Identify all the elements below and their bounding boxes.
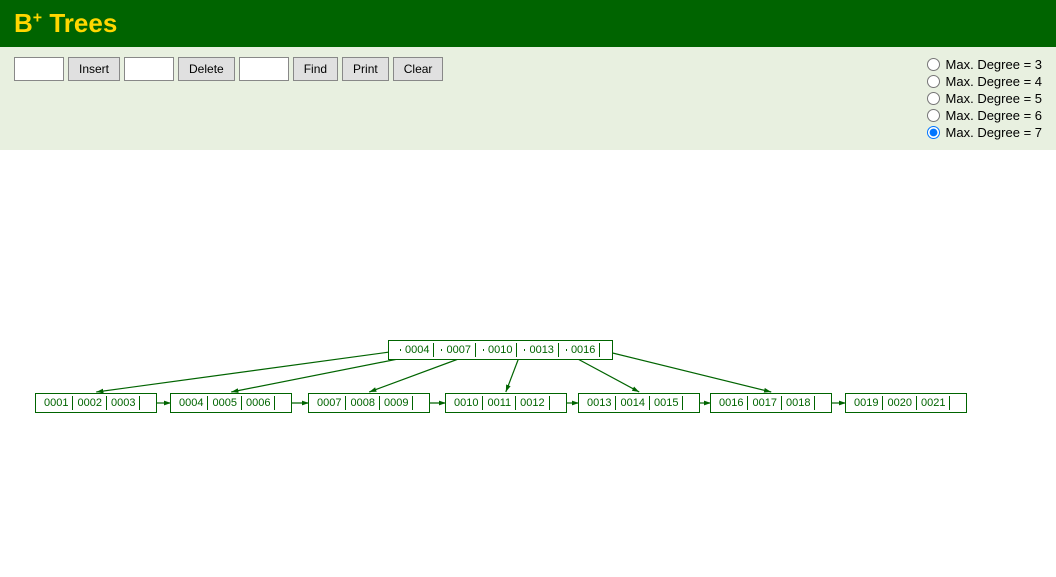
root-ptr [476, 349, 484, 351]
toolbar-area: Insert Delete Find Print Clear Max. Degr… [0, 47, 1056, 150]
leaf-ptr [140, 402, 152, 404]
root-ptr [559, 349, 567, 351]
leaf-node: 001300140015 [578, 393, 700, 413]
leaf-cell: 0011 [483, 396, 516, 410]
leaf-node: 001600170018 [710, 393, 832, 413]
leaf-cell: 0004 [175, 396, 208, 410]
root-cell: 0007 [442, 343, 475, 357]
degree-7-option[interactable]: Max. Degree = 7 [927, 125, 1042, 140]
leaf-node: 000400050006 [170, 393, 292, 413]
leaf-cell: 0009 [380, 396, 413, 410]
degree-5-option[interactable]: Max. Degree = 5 [927, 91, 1042, 106]
degree-6-option[interactable]: Max. Degree = 6 [927, 108, 1042, 123]
leaf-cell: 0021 [917, 396, 950, 410]
app-header: B+ Trees [0, 0, 1056, 47]
leaf-cell: 0020 [883, 396, 916, 410]
find-button[interactable]: Find [293, 57, 338, 81]
leaf-cell: 0005 [208, 396, 241, 410]
toolbar: Insert Delete Find Print Clear [14, 57, 907, 81]
root-ptr [393, 349, 401, 351]
leaf-cell: 0007 [313, 396, 346, 410]
leaf-cell: 0003 [107, 396, 140, 410]
root-cell: 0013 [525, 343, 558, 357]
leaf-cell: 0012 [516, 396, 549, 410]
tree-canvas: 0001000200030004000500060007000800090010… [0, 150, 1056, 490]
degree-3-radio[interactable] [927, 58, 940, 71]
clear-button[interactable]: Clear [393, 57, 444, 81]
leaf-cell: 0001 [40, 396, 73, 410]
leaf-cell: 0019 [850, 396, 883, 410]
leaf-cell: 0016 [715, 396, 748, 410]
leaf-cell: 0018 [782, 396, 815, 410]
leaf-node: 001900200021 [845, 393, 967, 413]
insert-input[interactable] [14, 57, 64, 81]
degree-radio-group: Max. Degree = 3 Max. Degree = 4 Max. Deg… [927, 57, 1042, 140]
root-ptr [434, 349, 442, 351]
degree-5-radio[interactable] [927, 92, 940, 105]
degree-4-radio[interactable] [927, 75, 940, 88]
root-cell: 0010 [484, 343, 517, 357]
root-cell: 0004 [401, 343, 434, 357]
leaf-cell: 0010 [450, 396, 483, 410]
leaf-cell: 0006 [242, 396, 275, 410]
leaf-cell: 0008 [346, 396, 379, 410]
degree-7-radio[interactable] [927, 126, 940, 139]
leaf-ptr [815, 402, 827, 404]
degree-6-radio[interactable] [927, 109, 940, 122]
insert-button[interactable]: Insert [68, 57, 120, 81]
root-ptr [517, 349, 525, 351]
leaf-ptr [413, 402, 425, 404]
find-input[interactable] [239, 57, 289, 81]
leaf-cell: 0017 [748, 396, 781, 410]
delete-input[interactable] [124, 57, 174, 81]
degree-4-option[interactable]: Max. Degree = 4 [927, 74, 1042, 89]
root-cell: 0016 [567, 343, 600, 357]
tree-svg [0, 150, 1056, 470]
leaf-ptr [550, 402, 562, 404]
root-ptr-last [600, 349, 608, 351]
leaf-cell: 0015 [650, 396, 683, 410]
leaf-cell: 0002 [73, 396, 106, 410]
degree-3-option[interactable]: Max. Degree = 3 [927, 57, 1042, 72]
leaf-node: 000700080009 [308, 393, 430, 413]
leaf-ptr [950, 402, 962, 404]
delete-button[interactable]: Delete [178, 57, 235, 81]
leaf-ptr [683, 402, 695, 404]
leaf-node: 000100020003 [35, 393, 157, 413]
leaf-ptr [275, 402, 287, 404]
root-node: 0004 0007 0010 0013 0016 [388, 340, 613, 360]
leaf-cell: 0013 [583, 396, 616, 410]
leaf-node: 001000110012 [445, 393, 567, 413]
app-title: B+ Trees [14, 8, 117, 39]
print-button[interactable]: Print [342, 57, 389, 81]
leaf-cell: 0014 [616, 396, 649, 410]
